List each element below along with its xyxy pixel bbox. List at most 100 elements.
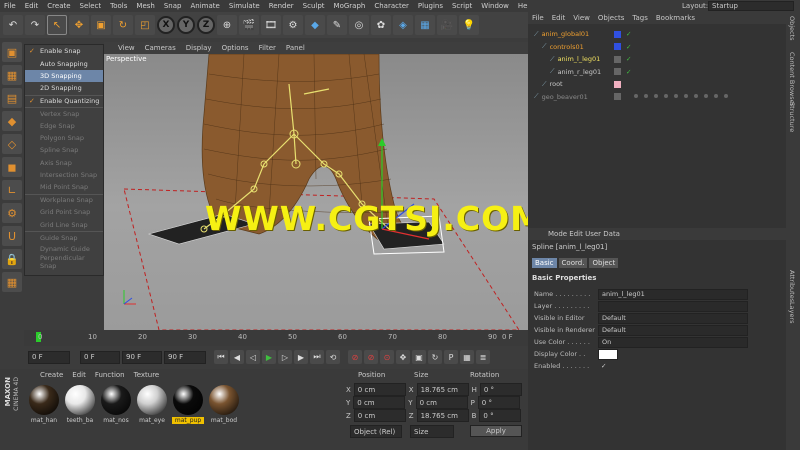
viewport-menu-filter[interactable]: Filter — [259, 44, 276, 52]
side-tab-content-browser[interactable]: Content Browser — [788, 52, 796, 106]
object-menu-file[interactable]: File — [532, 14, 544, 22]
min-frame-field[interactable]: 0 F — [80, 350, 120, 364]
size-mode-select[interactable]: Size — [410, 425, 454, 438]
loop-icon[interactable]: ⟲ — [326, 350, 340, 364]
coordinate-system-icon[interactable]: ⊕ — [217, 15, 237, 35]
menu-item-select[interactable]: Select — [80, 2, 102, 10]
viewport-menu-display[interactable]: Display — [186, 44, 212, 52]
object-menu-view[interactable]: View — [573, 14, 590, 22]
visibility-check-icon[interactable]: ✓ — [626, 55, 631, 63]
menu-item-create[interactable]: Create — [47, 2, 70, 10]
max-frame-field[interactable]: 90 F — [122, 350, 162, 364]
goto-end-icon[interactable]: ⏭ — [310, 350, 324, 364]
timeline-ruler[interactable]: 0 10 20 30 40 50 60 70 80 90 0 F — [24, 330, 528, 346]
next-key-icon[interactable]: ▶ — [294, 350, 308, 364]
x-axis-lock-button[interactable]: X — [157, 16, 175, 34]
timeline-window-icon[interactable]: ≣ — [476, 350, 490, 364]
rotation-field[interactable]: 0 ° — [479, 383, 522, 396]
menu-item-character[interactable]: Character — [374, 2, 409, 10]
tweak-icon[interactable]: ⚙ — [2, 203, 22, 223]
menu-item-simulate[interactable]: Simulate — [229, 2, 260, 10]
apply-button[interactable]: Apply — [470, 425, 522, 437]
menu-item-mograph[interactable]: MoGraph — [334, 2, 366, 10]
visibility-check-icon[interactable]: ✓ — [626, 43, 631, 51]
material-menu-create[interactable]: Create — [40, 371, 63, 379]
key-param-icon[interactable]: P — [444, 350, 458, 364]
material-item[interactable]: mat_pup — [172, 385, 204, 424]
object-tree-row[interactable]: ⟋ root — [542, 78, 621, 90]
rotation-field[interactable]: 0 ° — [477, 396, 520, 409]
position-field[interactable]: 0 cm — [353, 383, 406, 396]
camera-icon[interactable]: 🎥 — [437, 15, 457, 35]
snap-menu-item[interactable]: ✓ Enable Snap — [25, 45, 103, 57]
material-menu-texture[interactable]: Texture — [134, 371, 160, 379]
scale-icon[interactable]: ▣ — [91, 15, 111, 35]
viewport[interactable]: Perspective — [104, 54, 528, 330]
visibility-check-icon[interactable]: ✓ — [626, 30, 631, 38]
menu-item-render[interactable]: Render — [269, 2, 294, 10]
goto-start-icon[interactable]: ⏮ — [214, 350, 228, 364]
attribute-tab-basic[interactable]: Basic — [532, 258, 557, 268]
object-tree-row[interactable]: ⟋ controls01 ✓ — [542, 41, 631, 53]
side-tab-objects[interactable]: Objects — [788, 16, 796, 41]
object-menu-objects[interactable]: Objects — [598, 14, 624, 22]
record-icon[interactable]: ⊘ — [348, 350, 362, 364]
material-item[interactable]: mat_bod — [208, 385, 240, 424]
previous-key-icon[interactable]: ◀ — [230, 350, 244, 364]
points-mode-icon[interactable]: ◆ — [2, 111, 22, 131]
viewport-menu-view[interactable]: View — [118, 44, 135, 52]
workplane-icon[interactable]: ▦ — [2, 272, 22, 292]
render-settings-icon[interactable]: ⚙ — [283, 15, 303, 35]
menu-item-sculpt[interactable]: Sculpt — [303, 2, 325, 10]
polygons-mode-icon[interactable]: ◼ — [2, 157, 22, 177]
menu-item-edit[interactable]: Edit — [25, 2, 39, 10]
side-tab-layers[interactable]: Layers — [788, 302, 796, 324]
edges-mode-icon[interactable]: ◇ — [2, 134, 22, 154]
keyframe-selection-icon[interactable]: ⊙ — [380, 350, 394, 364]
rotate-icon[interactable]: ↻ — [113, 15, 133, 35]
menu-item-tools[interactable]: Tools — [110, 2, 127, 10]
side-tab-structure[interactable]: Structure — [788, 102, 796, 132]
snap-menu-item[interactable]: Auto Snapping — [25, 57, 103, 69]
current-frame-field[interactable]: 0 F — [28, 350, 70, 364]
menu-item-snap[interactable]: Snap — [164, 2, 182, 10]
key-scale-icon[interactable]: ▣ — [412, 350, 426, 364]
texture-mode-icon[interactable]: ▤ — [2, 88, 22, 108]
material-item[interactable]: teeth_ba — [64, 385, 96, 424]
position-field[interactable]: 0 cm — [353, 396, 406, 409]
next-frame-icon[interactable]: ▷ — [278, 350, 292, 364]
layout-select[interactable]: Startup — [708, 1, 794, 11]
menu-item-animate[interactable]: Animate — [190, 2, 219, 10]
key-rotation-icon[interactable]: ↻ — [428, 350, 442, 364]
key-pla-icon[interactable]: ▦ — [460, 350, 474, 364]
y-axis-lock-button[interactable]: Y — [177, 16, 195, 34]
autokey-icon[interactable]: ⊘ — [364, 350, 378, 364]
render-picture-viewer-icon[interactable]: 🎞 — [261, 15, 281, 35]
subdivision-icon[interactable]: ◎ — [349, 15, 369, 35]
object-tree-row[interactable]: ⟋ anim_r_leg01 ✓ — [550, 66, 631, 78]
spline-pen-icon[interactable]: ✎ — [327, 15, 347, 35]
rotation-field[interactable]: 0 ° — [479, 409, 522, 422]
attribute-tab-coord[interactable]: Coord. — [558, 258, 588, 268]
live-select-icon[interactable]: ◰ — [135, 15, 155, 35]
object-menu-edit[interactable]: Edit — [552, 14, 566, 22]
array-icon[interactable]: ✿ — [371, 15, 391, 35]
attribute-value[interactable] — [598, 348, 618, 360]
side-tab-attributes[interactable]: Attributes — [788, 270, 796, 302]
move-icon[interactable]: ✥ — [69, 15, 89, 35]
material-item[interactable]: mat_eye — [136, 385, 168, 424]
attribute-value[interactable]: ✓ — [598, 361, 608, 372]
attribute-value[interactable] — [598, 300, 748, 312]
object-tree-row[interactable]: ⟋ anim_global01 ✓ — [534, 28, 631, 40]
size-field[interactable]: 18.765 cm — [416, 383, 469, 396]
object-menu-bookmarks[interactable]: Bookmarks — [656, 14, 695, 22]
viewport-menu-cameras[interactable]: Cameras — [145, 44, 176, 52]
previous-frame-icon[interactable]: ◁ — [246, 350, 260, 364]
coordinate-mode-select[interactable]: Object (Rel) — [350, 425, 402, 438]
position-field[interactable]: 0 cm — [353, 409, 406, 422]
cube-icon[interactable]: ◆ — [305, 15, 325, 35]
viewport-menu-options[interactable]: Options — [222, 44, 249, 52]
attribute-value[interactable]: On — [598, 336, 748, 348]
menu-item-mesh[interactable]: Mesh — [136, 2, 154, 10]
attribute-value[interactable]: Default — [598, 312, 748, 324]
